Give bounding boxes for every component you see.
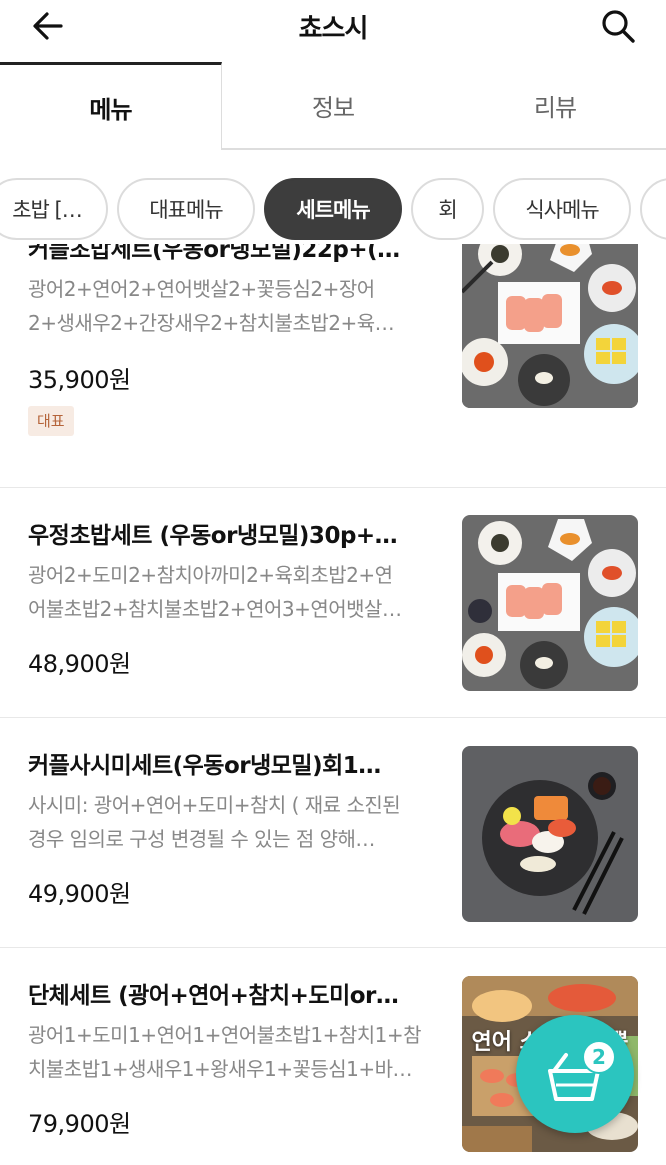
menu-item[interactable]: 우정초밥세트 (우동or냉모밀)30p+… 광어2+도미2+참치아까미2+육회초… <box>0 488 666 718</box>
menu-item-name: 우정초밥세트 (우동or냉모밀)30p+… <box>28 523 398 549</box>
menu-item-price: 48,900원 <box>28 650 131 678</box>
menu-item[interactable]: 커플사시미세트(우동or냉모밀)회1… 사시미: 광어+연어+도미+참치 ( 재… <box>0 718 666 948</box>
signature-badge: 대표 <box>28 406 74 436</box>
top-bar: 쵸스시 <box>0 0 666 52</box>
menu-item-image <box>462 746 638 922</box>
menu-item-price: 79,900원 <box>28 1110 131 1138</box>
menu-item-name: 커플초밥세트(우동or냉모밀)22p+(… <box>28 244 400 263</box>
chip-set-menu[interactable]: 세트메뉴 <box>264 178 402 240</box>
chip-sashimi[interactable]: 회 <box>411 178 484 240</box>
tab-info[interactable]: 정보 <box>222 62 444 150</box>
search-icon <box>602 10 635 43</box>
menu-item[interactable]: 커플초밥세트(우동or냉모밀)22p+(… 광어2+연어2+연어뱃살2+꽃등심2… <box>0 244 666 488</box>
menu-item-description: 광어2+도미2+참치아까미2+육회초밥2+연 어불초밥2+참치불초밥2+연어3+… <box>28 563 402 621</box>
shopping-basket-icon <box>548 1053 600 1101</box>
menu-item-price: 49,900원 <box>28 880 131 908</box>
page-title: 쵸스시 <box>298 14 369 44</box>
menu-item-name: 단체세트 (광어+연어+참치+도미or… <box>28 983 399 1009</box>
tab-bar: 메뉴 정보 리뷰 <box>0 62 666 150</box>
chip-meal[interactable]: 식사메뉴 <box>493 178 631 240</box>
category-chips: 초밥 [… 대표메뉴 세트메뉴 회 식사메뉴 <box>0 176 666 242</box>
chip-sushi[interactable]: 초밥 [… <box>0 178 108 240</box>
cart-button[interactable] <box>516 1015 634 1133</box>
search-button[interactable] <box>598 6 638 46</box>
menu-item-price: 35,900원 <box>28 366 131 394</box>
menu-item-description: 사시미: 광어+연어+도미+참치 ( 재료 소진된 경우 임의로 구성 변경될 … <box>28 793 401 851</box>
menu-item-image <box>462 515 638 691</box>
menu-item-name: 커플사시미세트(우동or냉모밀)회1… <box>28 753 381 779</box>
chip-signature[interactable]: 대표메뉴 <box>117 178 255 240</box>
tab-reviews[interactable]: 리뷰 <box>444 62 666 150</box>
menu-item-description: 광어1+도미1+연어1+연어불초밥1+참치1+참 치불초밥1+생새우1+왕새우1… <box>28 1023 422 1081</box>
menu-item-description: 광어2+연어2+연어뱃살2+꽃등심2+장어 2+생새우2+간장새우2+참치불초밥… <box>28 277 395 335</box>
tab-menu[interactable]: 메뉴 <box>0 62 222 150</box>
cart-count-badge: 2 <box>582 1040 616 1074</box>
chip-more[interactable] <box>640 178 666 240</box>
menu-item-image <box>462 244 638 408</box>
